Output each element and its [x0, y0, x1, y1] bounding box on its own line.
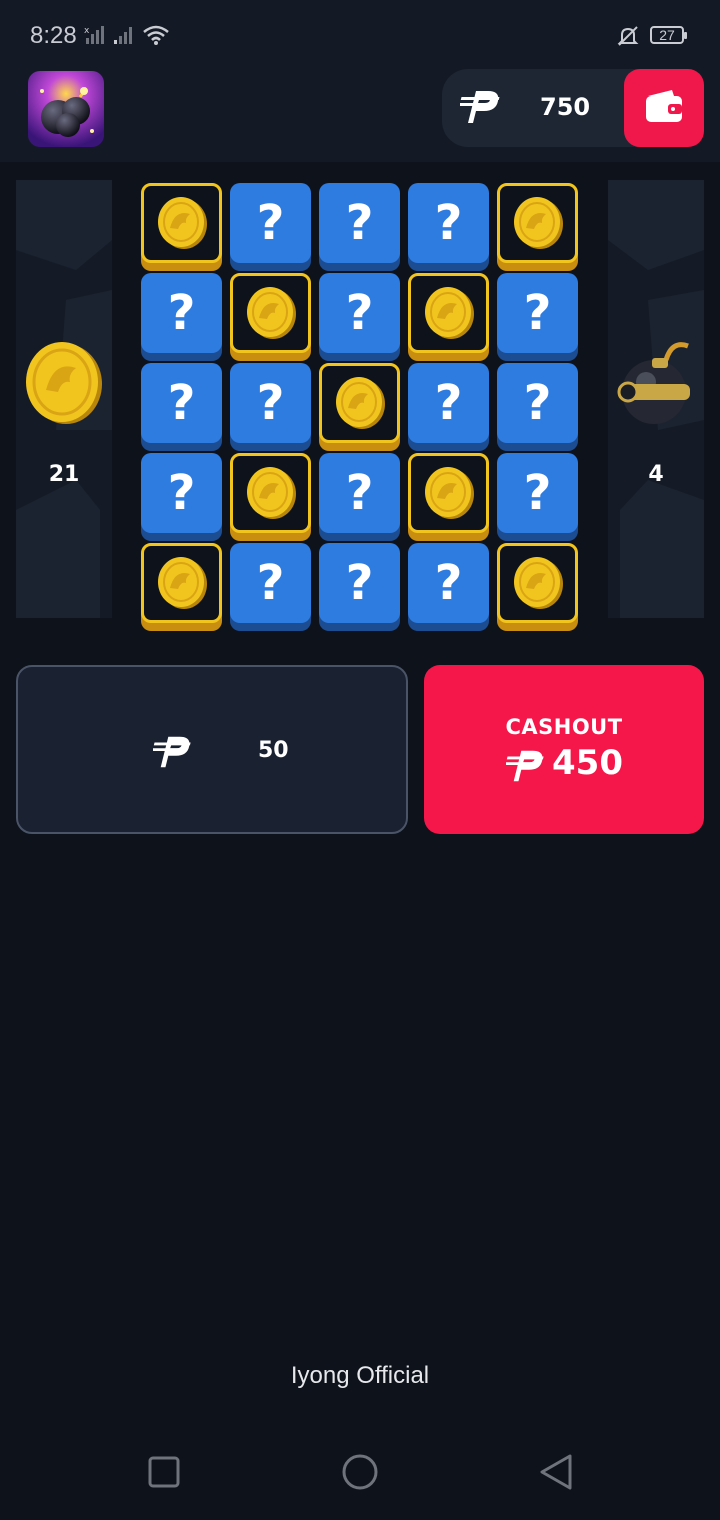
- game-grid: ????????????????: [141, 183, 579, 625]
- hidden-tile[interactable]: ?: [141, 273, 222, 353]
- hidden-tile[interactable]: ?: [319, 543, 400, 623]
- question-mark-icon: ?: [523, 285, 552, 341]
- revealed-coin-tile: [497, 183, 578, 263]
- battery-indicator: 27: [650, 26, 687, 44]
- signal-icon: x: [84, 24, 140, 50]
- revealed-coin-tile: [408, 273, 489, 353]
- header: 750: [0, 56, 720, 162]
- hidden-tile[interactable]: ?: [141, 363, 222, 443]
- bet-amount: 50: [258, 738, 289, 763]
- question-mark-icon: ?: [167, 465, 196, 521]
- hidden-tile[interactable]: ?: [497, 453, 578, 533]
- hidden-tile[interactable]: ?: [230, 543, 311, 623]
- question-mark-icon: ?: [434, 555, 463, 611]
- question-mark-icon: ?: [345, 555, 374, 611]
- coin-icon: [24, 340, 104, 430]
- question-mark-icon: ?: [256, 375, 285, 431]
- coin-icon: [423, 285, 475, 341]
- revealed-coin-tile: [141, 183, 222, 263]
- bet-amount-box[interactable]: 50: [16, 665, 408, 834]
- hidden-tile[interactable]: ?: [497, 273, 578, 353]
- footer-credit: Iyong Official: [290, 1362, 430, 1389]
- question-mark-icon: ?: [345, 195, 374, 251]
- bell-muted-icon: [616, 24, 640, 52]
- coin-icon: [245, 465, 297, 521]
- wallet-icon: [644, 88, 684, 128]
- hidden-tile[interactable]: ?: [408, 183, 489, 263]
- question-mark-icon: ?: [434, 375, 463, 431]
- peso-icon: [151, 733, 195, 775]
- coin-icon: [156, 555, 208, 611]
- bomb-counter-panel: 4: [608, 180, 704, 618]
- coin-count: 21: [48, 462, 80, 487]
- wallet-button[interactable]: [624, 69, 704, 147]
- coin-icon: [334, 375, 386, 431]
- hidden-tile[interactable]: ?: [319, 453, 400, 533]
- home-icon[interactable]: [341, 1453, 379, 1495]
- balance-value: 750: [540, 93, 591, 121]
- balance-display: 750: [442, 69, 704, 147]
- coin-icon: [245, 285, 297, 341]
- revealed-coin-tile: [319, 363, 400, 443]
- hidden-tile[interactable]: ?: [408, 363, 489, 443]
- wifi-icon: [142, 24, 170, 50]
- cashout-amount: 450: [552, 743, 623, 783]
- coin-counter-panel: 21: [16, 180, 112, 618]
- recent-apps-icon[interactable]: [148, 1456, 180, 1492]
- bomb-count: 4: [648, 462, 664, 487]
- question-mark-icon: ?: [167, 375, 196, 431]
- question-mark-icon: ?: [523, 465, 552, 521]
- question-mark-icon: ?: [256, 555, 285, 611]
- peso-icon: [458, 87, 504, 131]
- question-mark-icon: ?: [345, 285, 374, 341]
- question-mark-icon: ?: [345, 465, 374, 521]
- revealed-coin-tile: [141, 543, 222, 623]
- peso-icon: [504, 747, 548, 789]
- revealed-coin-tile: [497, 543, 578, 623]
- hidden-tile[interactable]: ?: [497, 363, 578, 443]
- back-icon[interactable]: [538, 1453, 574, 1495]
- coin-icon: [512, 195, 564, 251]
- question-mark-icon: ?: [256, 195, 285, 251]
- game-screen: 8:28 x 27 750 21 4 ? ? ? ? ? ? ? ? ? ? ?…: [0, 0, 720, 1520]
- question-mark-icon: ?: [167, 285, 196, 341]
- revealed-coin-tile: [230, 453, 311, 533]
- status-time: 8:28: [30, 22, 77, 49]
- bomb-game-logo[interactable]: [28, 71, 104, 147]
- cashout-button[interactable]: CASHOUT 450: [424, 665, 704, 834]
- question-mark-icon: ?: [434, 195, 463, 251]
- navigation-bar: [0, 1420, 720, 1520]
- revealed-coin-tile: [230, 273, 311, 353]
- question-mark-icon: ?: [523, 375, 552, 431]
- hidden-tile[interactable]: ?: [230, 363, 311, 443]
- hidden-tile[interactable]: ?: [319, 273, 400, 353]
- hidden-tile[interactable]: ?: [230, 183, 311, 263]
- coin-icon: [156, 195, 208, 251]
- revealed-coin-tile: [408, 453, 489, 533]
- coin-icon: [423, 465, 475, 521]
- svg-text:x: x: [84, 26, 90, 36]
- hidden-tile[interactable]: ?: [141, 453, 222, 533]
- hidden-tile[interactable]: ?: [319, 183, 400, 263]
- coin-icon: [512, 555, 564, 611]
- cashout-label: CASHOUT: [505, 715, 623, 739]
- bomb-icon: [614, 336, 700, 430]
- hidden-tile[interactable]: ?: [408, 543, 489, 623]
